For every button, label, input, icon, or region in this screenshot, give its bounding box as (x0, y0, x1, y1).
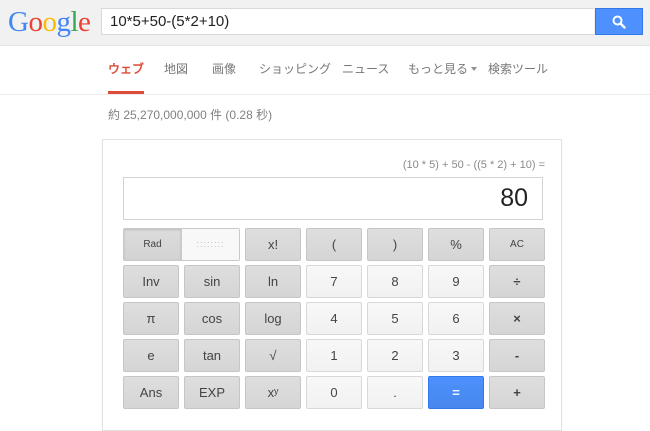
tan-button[interactable]: tan (184, 339, 240, 372)
tab-shopping[interactable]: ショッピング (259, 46, 331, 94)
header-bar: Google 10*5+50-(5*2+10) (0, 0, 650, 46)
digit-6-button[interactable]: 6 (428, 302, 484, 335)
angle-mode-toggle[interactable]: Rad :::::::: (123, 228, 240, 261)
logo-letter: e (78, 6, 91, 38)
pi-button[interactable]: π (123, 302, 179, 335)
search-input[interactable]: 10*5+50-(5*2+10) (101, 8, 594, 35)
tab-label: 画像 (212, 62, 237, 76)
logo-letter: o (42, 6, 57, 38)
digit-3-button[interactable]: 3 (428, 339, 484, 372)
power-button[interactable]: xʸ (245, 376, 301, 409)
logo-letter: o (28, 6, 43, 38)
multiply-button[interactable]: × (489, 302, 545, 335)
tab-maps[interactable]: 地図 (164, 46, 188, 94)
exp-button[interactable]: EXP (184, 376, 240, 409)
ln-button[interactable]: ln (245, 265, 301, 298)
tab-label: ウェブ (108, 62, 145, 76)
equals-button[interactable]: = (428, 376, 484, 409)
calculator-expression: (10 * 5) + 50 - ((5 * 2) + 10) = (402, 159, 545, 171)
deg-button[interactable]: :::::::: (182, 229, 239, 260)
digit-7-button[interactable]: 7 (306, 265, 362, 298)
search-tabs: ウェブ 地図 画像 ショッピング ニュース もっと見る 検索ツール (0, 46, 650, 95)
open-paren-button[interactable]: ( (306, 228, 362, 261)
calculator-card: (10 * 5) + 50 - ((5 * 2) + 10) = 80 Rad … (102, 139, 562, 431)
tab-label: もっと見る (408, 62, 469, 76)
tab-label: 検索ツール (488, 62, 549, 76)
e-button[interactable]: e (123, 339, 179, 372)
tab-news[interactable]: ニュース (342, 46, 389, 94)
factorial-button[interactable]: x! (245, 228, 301, 261)
inverse-button[interactable]: Inv (123, 265, 179, 298)
search-icon (612, 15, 626, 29)
rad-button[interactable]: Rad (124, 229, 182, 260)
chevron-down-icon (471, 67, 478, 71)
cos-button[interactable]: cos (184, 302, 240, 335)
logo-letter: l (70, 6, 79, 38)
sqrt-button[interactable]: √ (245, 339, 301, 372)
tab-label: ショッピング (259, 62, 332, 76)
divide-button[interactable]: ÷ (489, 265, 545, 298)
logo-letter: g (56, 6, 71, 38)
tab-more[interactable]: もっと見る (408, 46, 478, 94)
percent-button[interactable]: % (428, 228, 484, 261)
digit-4-button[interactable]: 4 (306, 302, 362, 335)
close-paren-button[interactable]: ) (367, 228, 423, 261)
tab-label: ニュース (342, 62, 390, 76)
decimal-button[interactable]: . (367, 376, 423, 409)
sin-button[interactable]: sin (184, 265, 240, 298)
result-stats: 約 25,270,000,000 件 (0.28 秒) (108, 108, 273, 122)
tab-web[interactable]: ウェブ (108, 46, 145, 94)
logo-letter: G (8, 6, 29, 38)
subtract-button[interactable]: - (489, 339, 545, 372)
add-button[interactable]: + (489, 376, 545, 409)
tab-images[interactable]: 画像 (212, 46, 236, 94)
tab-label: 地図 (164, 62, 189, 76)
answer-button[interactable]: Ans (123, 376, 179, 409)
digit-8-button[interactable]: 8 (367, 265, 423, 298)
all-clear-button[interactable]: AC (489, 228, 545, 261)
log-button[interactable]: log (245, 302, 301, 335)
digit-0-button[interactable]: 0 (306, 376, 362, 409)
digit-1-button[interactable]: 1 (306, 339, 362, 372)
digit-5-button[interactable]: 5 (367, 302, 423, 335)
tab-search-tools[interactable]: 検索ツール (488, 46, 548, 94)
google-logo[interactable]: Google (8, 5, 91, 39)
digit-2-button[interactable]: 2 (367, 339, 423, 372)
calculator-display[interactable]: 80 (123, 177, 543, 220)
search-button[interactable] (595, 8, 643, 35)
digit-9-button[interactable]: 9 (428, 265, 484, 298)
